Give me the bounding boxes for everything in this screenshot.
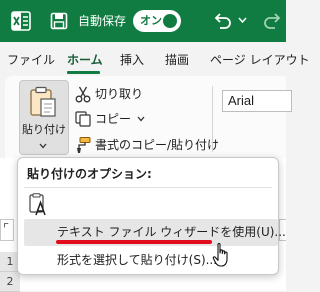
tab-insert[interactable]: 挿入 [120, 52, 144, 68]
tab-file[interactable]: ファイル [7, 52, 55, 68]
autosave-label: 自動保存 [78, 14, 127, 28]
cut-button[interactable]: 切り取り [95, 86, 143, 102]
format-painter-button[interactable]: 書式のコピー/貼り付け [95, 137, 219, 153]
tab-home[interactable]: ホーム [67, 52, 103, 68]
active-tab-indicator [67, 71, 100, 74]
paste-label: 貼り付け [22, 123, 66, 136]
ribbon-group-divider [212, 86, 213, 152]
paste-text-only-icon[interactable] [28, 193, 50, 217]
autosave-toggle-state: オン [140, 14, 162, 27]
undo-icon[interactable] [211, 10, 233, 32]
chevron-down-icon[interactable] [39, 143, 47, 149]
chevron-down-icon[interactable] [238, 16, 247, 24]
save-icon[interactable] [50, 12, 68, 30]
row-header-2[interactable]: 2 [0, 272, 20, 292]
copy-icon [75, 111, 91, 127]
mouse-pointer-hand-icon [212, 243, 228, 267]
redo-icon[interactable] [262, 10, 284, 32]
name-box-glyph-icon: ⌜ [3, 222, 10, 237]
copy-button[interactable]: コピー [95, 111, 131, 127]
tab-page-layout[interactable]: ページ レイアウト [210, 52, 310, 68]
red-underline-annotation [56, 240, 212, 244]
tab-draw[interactable]: 描画 [165, 52, 189, 68]
clipboard-paste-icon [30, 86, 56, 117]
font-name-value: Arial [228, 93, 255, 108]
format-painter-icon [77, 137, 91, 153]
excel-logo-icon [11, 11, 31, 31]
menu-item-text-import-wizard-label: テキスト ファイル ウィザードを使用(U)... [57, 225, 286, 239]
toggle-knob [163, 14, 177, 28]
menu-divider [24, 187, 272, 188]
chevron-down-icon[interactable] [137, 116, 145, 122]
paste-options-heading: 貼り付けのオプション: [27, 167, 152, 181]
scissors-icon [75, 86, 91, 103]
menu-item-paste-special[interactable]: 形式を選択して貼り付け(S)... [57, 252, 217, 268]
autosave-toggle[interactable]: オン [133, 10, 181, 32]
